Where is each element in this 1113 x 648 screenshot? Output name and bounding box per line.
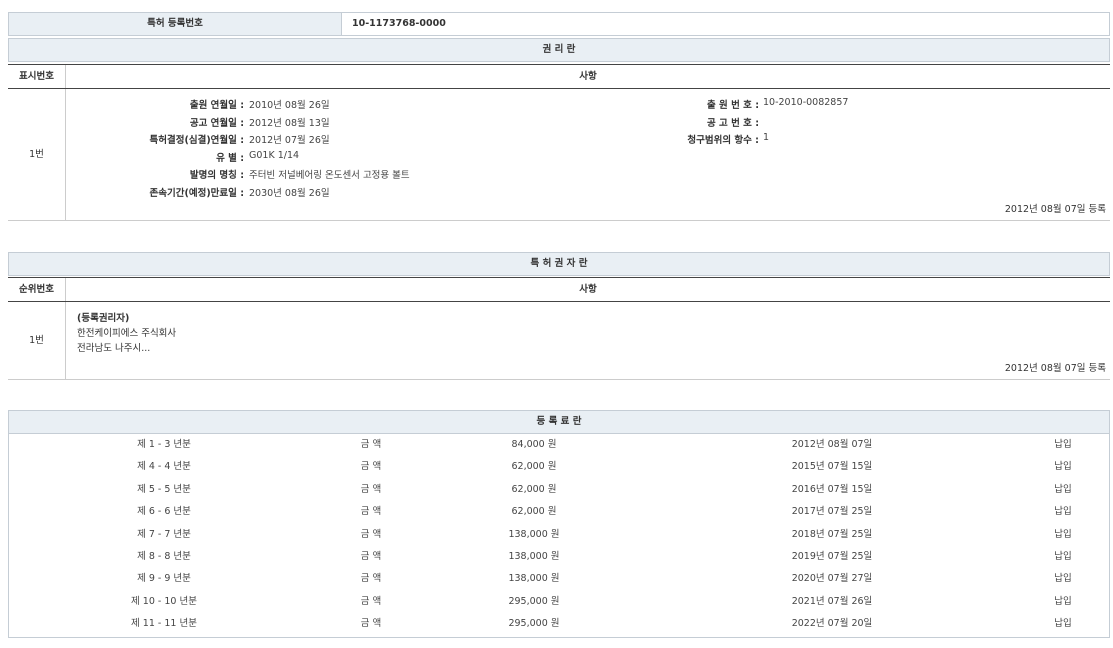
fee-row: 제 9 - 9 년분금 액138,000 원2020년 07월 27일납입	[9, 568, 1109, 590]
rights-field-label: 출 원 번 호 :	[707, 97, 759, 111]
holders-col-content-header: 사항	[66, 278, 1110, 301]
rights-field-label: 특허결정(심결)연월일 :	[150, 132, 244, 146]
rights-col-no-header: 표시번호	[8, 65, 66, 88]
rights-field-value: 2012년 08월 13일	[249, 115, 330, 129]
rights-section-title: 권 리 란	[8, 38, 1110, 62]
rights-col-content-header: 사항	[66, 65, 1110, 88]
rights-field-value: 주터빈 저널베어링 온도센서 고정용 볼트	[249, 167, 410, 181]
holders-row: 1번 (등록권리자) 한전케이피에스 주식회사 전라남도 나주시... 2012…	[8, 302, 1110, 380]
holders-line-1: (등록권리자)	[77, 310, 129, 324]
holders-title-text: 특 허 권 자 란	[531, 258, 588, 269]
fee-period: 제 8 - 8 년분	[64, 546, 264, 568]
fee-period: 제 9 - 9 년분	[64, 568, 264, 590]
reg-number-bar: 특허 등록번호 10-1173768-0000	[8, 12, 1110, 36]
rights-title-text: 권 리 란	[543, 44, 576, 55]
fee-paid-date: 2020년 07월 27일	[732, 568, 932, 590]
fee-amount: 62,000 원	[434, 479, 634, 501]
reg-number-label-cell: 특허 등록번호	[9, 13, 342, 35]
holders-line-2: 한전케이피에스 주식회사	[77, 325, 176, 339]
holders-header-row: 순위번호 사항	[8, 277, 1110, 302]
fee-period: 제 10 - 10 년분	[64, 591, 264, 613]
fee-row: 제 11 - 11 년분금 액295,000 원2022년 07월 20일납입	[9, 613, 1109, 635]
fee-status: 납입	[963, 568, 1113, 590]
fee-status: 납입	[963, 546, 1113, 568]
fee-period: 제 5 - 5 년분	[64, 479, 264, 501]
holders-line-3: 전라남도 나주시...	[77, 340, 150, 354]
fee-amount: 138,000 원	[434, 546, 634, 568]
rights-field-label: 출원 연월일 :	[190, 97, 244, 111]
rights-field-label: 청구범위의 항수 :	[687, 132, 759, 146]
rights-field-label: 공고 연월일 :	[190, 115, 244, 129]
fee-row: 제 4 - 4 년분금 액62,000 원2015년 07월 15일납입	[9, 456, 1109, 478]
holders-section-title: 특 허 권 자 란	[8, 252, 1110, 276]
rights-field-value: 2012년 07월 26일	[249, 132, 330, 146]
fee-amount: 138,000 원	[434, 568, 634, 590]
fees-section-title: 등 록 료 란	[8, 410, 1110, 434]
fee-paid-date: 2015년 07월 15일	[732, 456, 932, 478]
fee-amount: 295,000 원	[434, 591, 634, 613]
fee-row: 제 10 - 10 년분금 액295,000 원2021년 07월 26일납입	[9, 591, 1109, 613]
fee-paid-date: 2016년 07월 15일	[732, 479, 932, 501]
fee-row: 제 6 - 6 년분금 액62,000 원2017년 07월 25일납입	[9, 501, 1109, 523]
fee-period: 제 4 - 4 년분	[64, 456, 264, 478]
fee-amount: 62,000 원	[434, 501, 634, 523]
rights-field-value: 2030년 08월 26일	[249, 185, 330, 199]
holders-row-no: 1번	[8, 302, 66, 379]
fee-paid-date: 2019년 07월 25일	[732, 546, 932, 568]
fee-status: 납입	[963, 524, 1113, 546]
rights-field-value: G01K 1/14	[249, 150, 299, 161]
fee-period: 제 7 - 7 년분	[64, 524, 264, 546]
rights-field-value: 10-2010-0082857	[763, 97, 848, 108]
rights-field-label: 공 고 번 호 :	[707, 115, 759, 129]
rights-field-label: 존속기간(예정)만료일 :	[150, 185, 244, 199]
fee-period: 제 1 - 3 년분	[64, 434, 264, 456]
fees-title-text: 등 록 료 란	[537, 416, 582, 427]
fee-status: 납입	[963, 613, 1113, 635]
fee-period: 제 11 - 11 년분	[64, 613, 264, 635]
fee-row: 제 7 - 7 년분금 액138,000 원2018년 07월 25일납입	[9, 524, 1109, 546]
fee-amount: 62,000 원	[434, 456, 634, 478]
fee-row: 제 1 - 3 년분금 액84,000 원2012년 08월 07일납입	[9, 434, 1109, 456]
fee-amount: 84,000 원	[434, 434, 634, 456]
rights-header-row: 표시번호 사항	[8, 64, 1110, 89]
fee-amount: 138,000 원	[434, 524, 634, 546]
rights-field-value: 1	[763, 132, 769, 143]
fee-status: 납입	[963, 456, 1113, 478]
fee-amount: 295,000 원	[434, 613, 634, 635]
rights-field-label: 유 별 :	[216, 150, 244, 164]
fee-paid-date: 2017년 07월 25일	[732, 501, 932, 523]
fee-paid-date: 2018년 07월 25일	[732, 524, 932, 546]
reg-number-value: 10-1173768-0000	[352, 13, 446, 35]
fee-paid-date: 2022년 07월 20일	[732, 613, 932, 635]
rights-row: 1번 출원 연월일 : 2010년 08월 26일공고 연월일 : 2012년 08…	[8, 89, 1110, 221]
fee-row: 제 5 - 5 년분금 액62,000 원2016년 07월 15일납입	[9, 479, 1109, 501]
rights-row-no: 1번	[8, 89, 66, 220]
fee-status: 납입	[963, 591, 1113, 613]
fee-period: 제 6 - 6 년분	[64, 501, 264, 523]
rights-field-label: 발명의 명칭 :	[190, 167, 244, 181]
fee-paid-date: 2012년 08월 07일	[732, 434, 932, 456]
reg-number-label: 특허 등록번호	[147, 18, 203, 29]
rights-reg-note: 2012년 08월 07일 등록	[1005, 201, 1106, 215]
fee-paid-date: 2021년 07월 26일	[732, 591, 932, 613]
holders-col-no-header: 순위번호	[8, 278, 66, 301]
holders-reg-note: 2012년 08월 07일 등록	[1005, 360, 1106, 374]
fee-status: 납입	[963, 479, 1113, 501]
fee-status: 납입	[963, 501, 1113, 523]
fee-status: 납입	[963, 434, 1113, 456]
fee-row: 제 8 - 8 년분금 액138,000 원2019년 07월 25일납입	[9, 546, 1109, 568]
rights-field-value: 2010년 08월 26일	[249, 97, 330, 111]
fees-table: 제 1 - 3 년분금 액84,000 원2012년 08월 07일납입제 4 …	[8, 434, 1110, 638]
